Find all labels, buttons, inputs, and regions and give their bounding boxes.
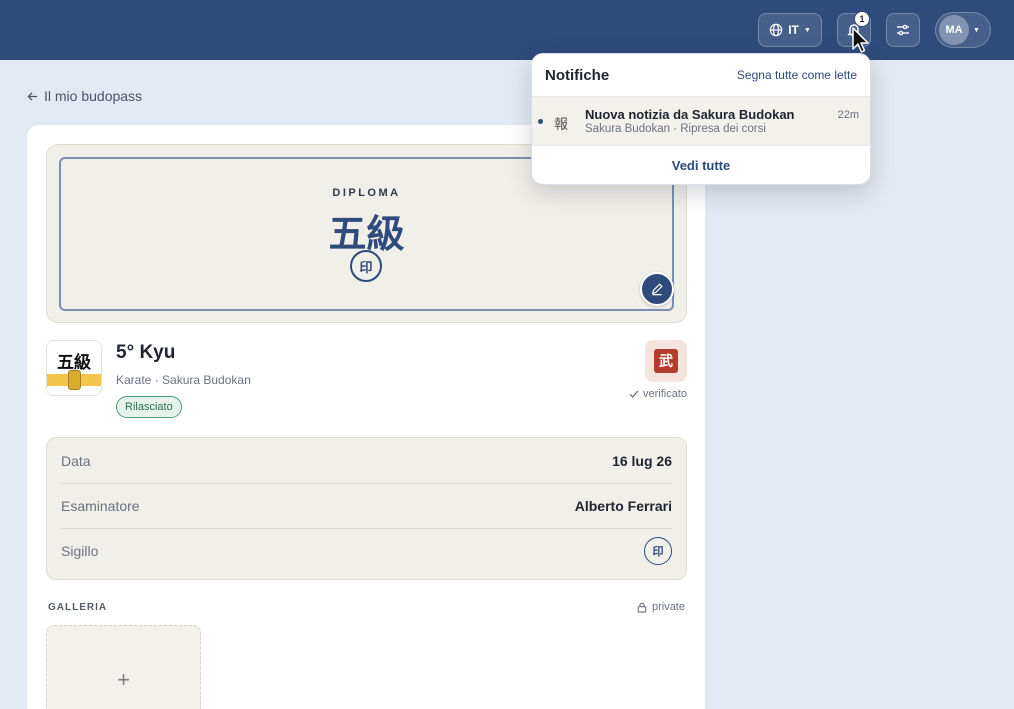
visibility-label: private [651, 601, 685, 613]
user-menu-button[interactable]: MA ▼ [935, 12, 991, 48]
lock-icon [637, 602, 647, 613]
check-icon [629, 390, 639, 398]
detail-row-date: Data 16 lug 26 [61, 438, 672, 483]
notifications-title: Notifiche [545, 66, 610, 84]
arrow-left-icon [27, 91, 38, 101]
mark-all-read-link[interactable]: Segna tutte come lette [737, 68, 857, 82]
seal-icon: 印 [644, 537, 672, 565]
details-panel: Data 16 lug 26 Esaminatore Alberto Ferra… [46, 437, 687, 580]
gallery-visibility: private [637, 601, 685, 613]
notification-time: 22m [837, 109, 859, 121]
detail-row-seal: Sigillo 印 [61, 528, 672, 573]
language-code: IT [788, 23, 799, 37]
notifications-header: Notifiche Segna tutte come lette [532, 54, 870, 97]
back-link[interactable]: Il mio budopass [27, 88, 142, 104]
seal-icon: 印 [350, 250, 382, 282]
rank-belt-logo: 五級 [46, 340, 102, 396]
rank-title: 5° Kyu [116, 342, 176, 363]
sliders-icon [897, 24, 909, 36]
notification-subtitle: Sakura Budokan · Ripresa dei corsi [585, 123, 766, 135]
edit-diploma-button[interactable] [640, 272, 674, 306]
diploma-card: DIPLOMA 五級 印 五級 5° Kyu Karate · Sakura B… [27, 125, 705, 709]
verified-indicator: verificato [629, 388, 687, 400]
status-badge: Rilasciato [116, 396, 182, 418]
back-link-label: Il mio budopass [44, 88, 143, 104]
notification-count-badge: 1 [854, 11, 870, 27]
plus-icon: + [117, 667, 130, 692]
news-icon: 報 [554, 117, 568, 133]
organization-logo: 武 [654, 349, 678, 373]
view-all-link[interactable]: Vedi tutte [532, 146, 870, 184]
notification-item[interactable]: 報 Nuova notizia da Sakura Budokan Sakura… [532, 97, 870, 146]
chevron-down-icon: ▼ [803, 26, 811, 34]
belt-knot [68, 370, 81, 390]
detail-label: Sigillo [61, 543, 99, 559]
unread-dot [538, 119, 543, 124]
detail-row-examiner: Esaminatore Alberto Ferrari [61, 483, 672, 528]
rank-logo-kanji: 五級 [57, 353, 91, 373]
diploma-label: DIPLOMA [332, 187, 401, 199]
pencil-icon [651, 283, 663, 296]
globe-icon [769, 23, 783, 37]
organization-badge[interactable]: 武 [645, 340, 687, 382]
notification-title: Nuova notizia da Sakura Budokan [585, 107, 795, 122]
notifications-dropdown: Notifiche Segna tutte come lette 報 Nuova… [531, 53, 871, 185]
add-photo-button[interactable]: + [46, 625, 201, 709]
verified-label: verificato [642, 388, 687, 400]
gallery-heading: GALLERIA [48, 602, 108, 613]
avatar: MA [939, 15, 969, 45]
settings-button[interactable] [886, 13, 920, 47]
rank-subtitle: Karate · Sakura Budokan [116, 373, 251, 387]
detail-value: 16 lug 26 [612, 452, 672, 469]
detail-label: Data [61, 452, 91, 469]
detail-label: Esaminatore [61, 498, 140, 514]
mouse-cursor-icon [852, 27, 869, 53]
detail-value: Alberto Ferrari [574, 498, 672, 514]
chevron-down-icon: ▼ [973, 26, 980, 34]
language-selector[interactable]: IT ▼ [758, 13, 822, 47]
